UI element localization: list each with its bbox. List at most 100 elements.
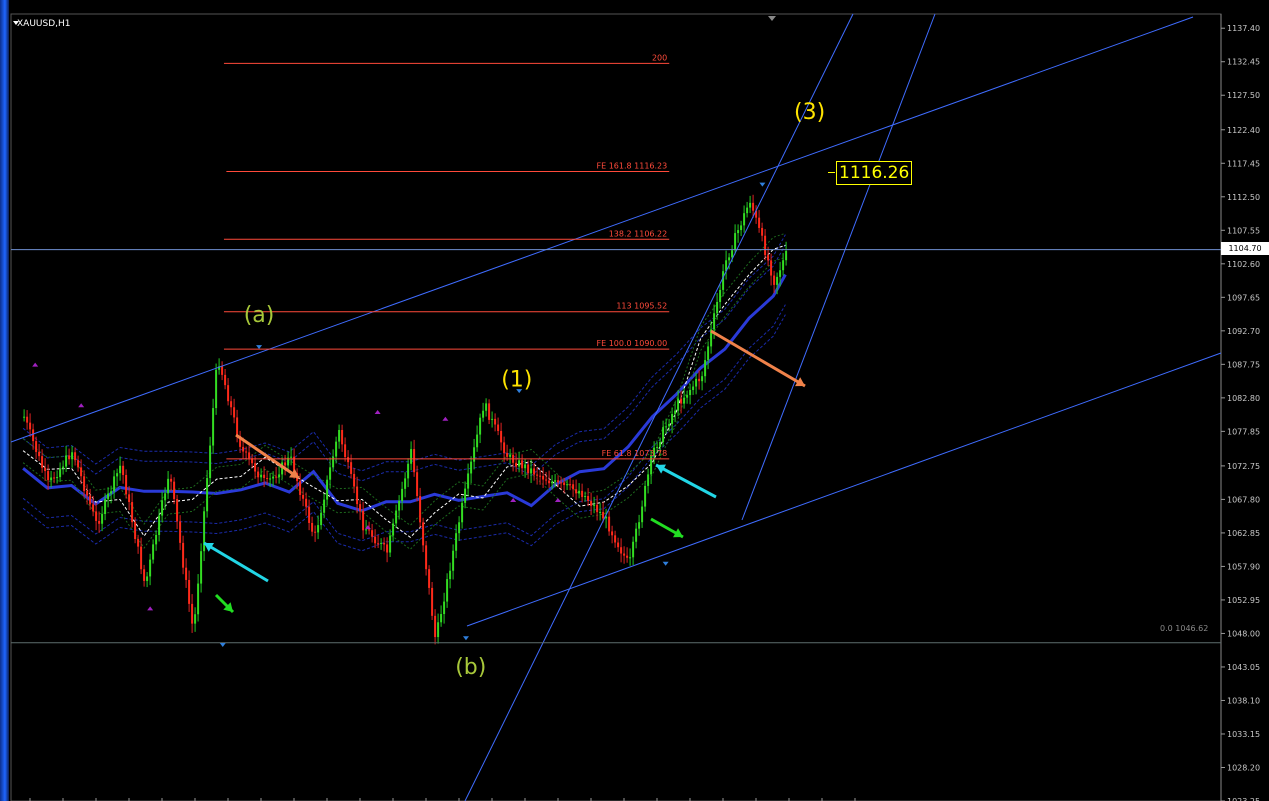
candle-body — [95, 511, 98, 521]
candle-body — [551, 481, 554, 484]
candle-body — [752, 202, 755, 211]
candle-body — [152, 544, 155, 560]
candle-body — [311, 522, 314, 532]
candle-body — [335, 441, 338, 457]
price-chart[interactable]: 200 FE 161.8 1116.23 138.2 1106.22 113 1095… — [0, 0, 1269, 801]
candle-body — [80, 467, 83, 477]
candle-body — [452, 550, 455, 571]
fractal-arrow-icon — [442, 416, 449, 421]
candle-body — [425, 545, 428, 570]
candle-body — [776, 276, 779, 285]
candle-body — [143, 569, 146, 581]
candle-body — [497, 424, 500, 431]
candle-body — [134, 522, 137, 540]
candle-body — [176, 499, 179, 522]
candle-body — [284, 462, 287, 466]
candle-body — [515, 462, 518, 467]
candle-body — [422, 522, 425, 546]
candle-body — [599, 511, 602, 513]
candle-body — [260, 474, 263, 478]
candle-body — [686, 395, 689, 398]
candle-body — [365, 529, 368, 531]
candle-body — [494, 418, 497, 425]
candle-body — [458, 522, 461, 534]
candle-body — [638, 522, 641, 529]
candle-body — [479, 417, 482, 435]
candle-body — [491, 418, 494, 420]
channel-line — [10, 16, 1194, 443]
envelope-band — [22, 244, 786, 482]
candle-body — [119, 465, 122, 474]
y-tick-label: 1087.75 — [1227, 360, 1260, 369]
candle-body — [59, 468, 62, 478]
y-tick-label: 1127.50 — [1227, 91, 1260, 100]
candle-body — [320, 512, 323, 526]
candle-body — [44, 467, 47, 472]
candle-body — [113, 476, 116, 492]
y-tick-label: 1077.85 — [1227, 427, 1260, 436]
candle-body — [698, 378, 701, 382]
candle-body — [560, 482, 563, 484]
price-callout[interactable]: 1116.26 — [836, 161, 913, 185]
candle-body — [482, 410, 485, 418]
candle-body — [212, 408, 215, 446]
candle-body — [245, 451, 248, 453]
candle-body — [92, 504, 95, 512]
wave-label-text: (1) — [501, 367, 532, 392]
candle-body — [428, 569, 431, 588]
candle-body — [125, 474, 128, 495]
fib-level-label: 113 1095.52 — [616, 302, 667, 311]
candle-body — [299, 481, 302, 495]
candle-body — [611, 531, 614, 536]
candle-body — [503, 442, 506, 453]
channel-line — [464, 13, 854, 801]
trend-arrow-shaft — [710, 329, 806, 388]
candle-body — [620, 547, 623, 554]
y-tick-label: 1132.45 — [1227, 58, 1260, 67]
candle-body — [35, 441, 38, 452]
candle-body — [263, 474, 266, 478]
fib-level-label: 200 — [652, 53, 667, 62]
candle-body — [404, 478, 407, 489]
candle-body — [326, 479, 329, 500]
candle-body — [440, 614, 443, 623]
candle-body — [785, 251, 788, 261]
candle-body — [635, 528, 638, 542]
candle-body — [302, 494, 305, 499]
chart-window[interactable]: XAUUSD,H1 200 FE 161.8 1116.23 138.2 1106.… — [0, 0, 1269, 801]
low-level-label: 0.0 1046.62 — [1160, 624, 1209, 633]
candle-body — [221, 366, 224, 375]
fractal-arrow-icon — [147, 606, 154, 611]
candle-body — [341, 430, 344, 445]
candle-body — [461, 502, 464, 523]
candle-body — [602, 511, 605, 519]
candle-body — [533, 468, 536, 475]
candle-body — [563, 482, 566, 486]
candle-body — [455, 533, 458, 551]
candle-body — [107, 493, 110, 500]
candle-body — [743, 213, 746, 226]
candle-body — [62, 466, 65, 469]
candle-body — [734, 233, 737, 251]
candle-body — [308, 506, 311, 523]
candle-body — [77, 460, 80, 468]
candle-body — [758, 217, 761, 228]
candle-body — [314, 531, 317, 533]
candle-body — [677, 398, 680, 411]
fractal-arrow-icon — [256, 345, 263, 350]
y-tick-label: 1057.90 — [1227, 562, 1260, 571]
y-tick-label: 1122.40 — [1227, 126, 1260, 135]
candle-body — [47, 471, 50, 481]
candle-body — [323, 499, 326, 513]
candle-body — [398, 500, 401, 511]
candle-body — [140, 546, 143, 570]
y-tick-label: 1112.50 — [1227, 193, 1260, 202]
candle-body — [353, 473, 356, 487]
candle-body — [740, 225, 743, 231]
candle-body — [200, 551, 203, 584]
candle-body — [269, 478, 272, 480]
candle-body — [392, 523, 395, 536]
candle-body — [506, 452, 509, 457]
y-tick-label: 1033.15 — [1227, 730, 1260, 739]
candle-body — [170, 478, 173, 482]
